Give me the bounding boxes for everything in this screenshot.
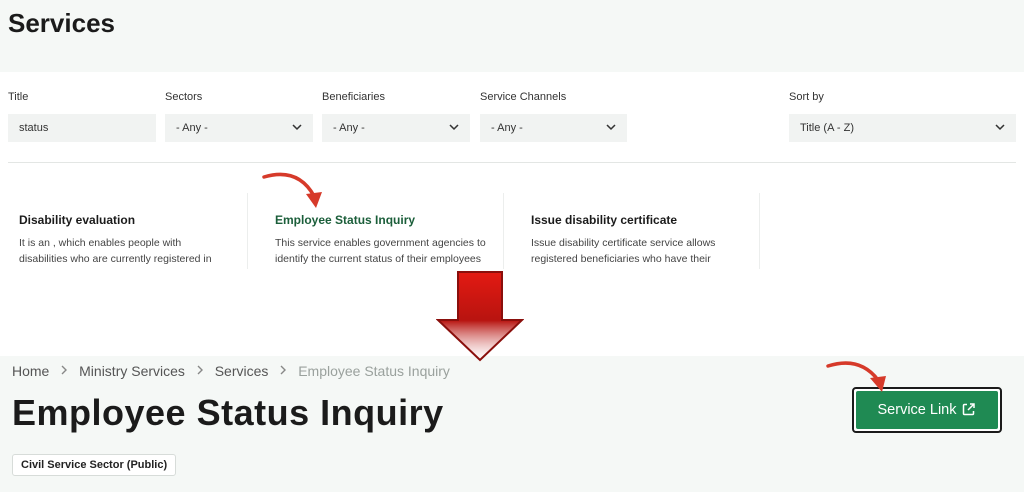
breadcrumb-home[interactable]: Home: [12, 363, 49, 379]
filter-sort-label: Sort by: [789, 91, 824, 103]
filter-beneficiaries-label: Beneficiaries: [322, 91, 385, 103]
curved-arrow-icon: [826, 361, 886, 392]
filter-sort: Sort by Title (A - Z): [789, 88, 1016, 142]
service-link-inner[interactable]: Service Link: [856, 391, 998, 429]
service-title: Employee Status Inquiry: [12, 392, 444, 433]
beneficiaries-select[interactable]: - Any -: [322, 114, 470, 142]
service-card-title[interactable]: Issue disability certificate: [531, 213, 759, 227]
page-title: Services: [8, 8, 115, 38]
service-channels-select-value: - Any -: [491, 122, 523, 134]
chevron-down-icon: [291, 114, 303, 142]
filter-title-label: Title: [8, 91, 29, 103]
title-search-input[interactable]: status: [8, 114, 156, 142]
service-card-title[interactable]: Disability evaluation: [19, 213, 247, 227]
services-header: Services: [0, 0, 1024, 72]
filter-sectors: Sectors - Any -: [165, 88, 313, 142]
sectors-select-value: - Any -: [176, 122, 208, 134]
service-card-description: This service enables government agencies…: [275, 237, 486, 265]
filter-sectors-label: Sectors: [165, 91, 203, 103]
filters-bar: Title status Sectors - Any - Beneficiari…: [0, 88, 1024, 148]
chevron-right-icon: [60, 363, 68, 379]
chevron-down-icon: [448, 114, 460, 142]
service-card-description: It is an , which enables people with dis…: [19, 237, 212, 265]
curved-arrow-icon: [262, 172, 322, 208]
chevron-down-icon: [605, 114, 617, 142]
filter-beneficiaries: Beneficiaries - Any -: [322, 88, 470, 142]
service-channels-select[interactable]: - Any -: [480, 114, 627, 142]
service-card[interactable]: Issue disability certificate Issue disab…: [520, 193, 760, 269]
breadcrumb-current: Employee Status Inquiry: [298, 363, 450, 380]
chevron-right-icon: [196, 363, 204, 379]
service-card-title[interactable]: Employee Status Inquiry: [275, 213, 503, 227]
sort-select-value: Title (A - Z): [800, 122, 854, 134]
service-cards: Disability evaluation It is an , which e…: [0, 193, 1024, 273]
sector-tag: Civil Service Sector (Public): [12, 454, 177, 476]
service-card[interactable]: Disability evaluation It is an , which e…: [8, 193, 248, 269]
chevron-down-icon: [994, 114, 1006, 142]
filter-service-channels: Service Channels - Any -: [480, 88, 627, 142]
service-link-label: Service Link: [877, 402, 957, 418]
beneficiaries-select-value: - Any -: [333, 122, 365, 134]
chevron-right-icon: [279, 363, 287, 379]
filter-service-channels-label: Service Channels: [480, 91, 567, 103]
sectors-select[interactable]: - Any -: [165, 114, 313, 142]
divider: [8, 162, 1016, 163]
external-link-icon: [961, 394, 976, 432]
service-card-description: Issue disability certificate service all…: [531, 237, 716, 265]
breadcrumb: Home Ministry Services Services Employee…: [12, 362, 450, 379]
breadcrumb-ministry-services[interactable]: Ministry Services: [79, 363, 185, 379]
sort-select[interactable]: Title (A - Z): [789, 114, 1016, 142]
breadcrumb-services[interactable]: Services: [215, 363, 269, 379]
down-arrow-icon: [436, 271, 524, 362]
filter-title: Title status: [8, 88, 156, 142]
